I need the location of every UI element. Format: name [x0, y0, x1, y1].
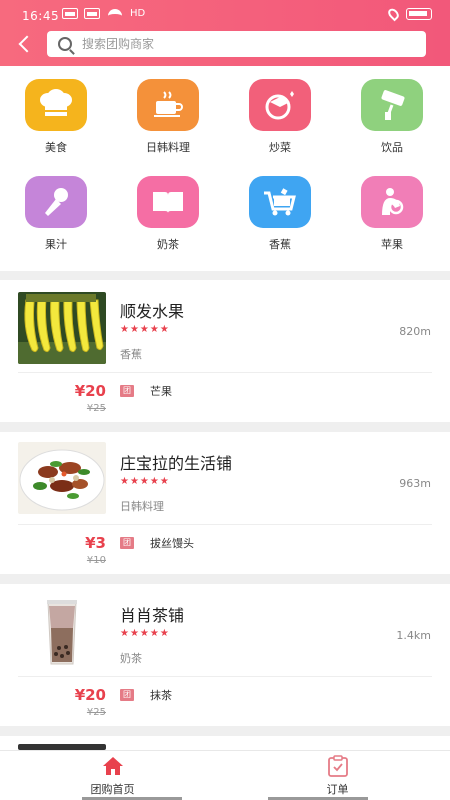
- category-grid: 美食 日韩料理 炒菜 饮品 果汁 奶茶 香蕉 苹果: [0, 66, 450, 271]
- shopping-cart-icon: [249, 176, 311, 228]
- shop-category: 香蕉: [120, 348, 142, 361]
- book-icon: [137, 176, 199, 228]
- shop-name: 庄宝拉的生活铺: [120, 454, 233, 473]
- category-label: 果汁: [45, 238, 67, 251]
- card-divider: [18, 524, 432, 525]
- shop-thumbnail: [18, 596, 106, 668]
- shop-category: 奶茶: [120, 652, 142, 665]
- shop-distance: 1.4km: [396, 629, 431, 642]
- category-xiangjiao[interactable]: 香蕉: [235, 163, 325, 251]
- deal-price: ¥20: [74, 382, 106, 400]
- category-chaocai[interactable]: 炒菜: [235, 66, 325, 154]
- sim1-signal-icon: [62, 8, 78, 19]
- category-naicha[interactable]: 奶茶: [123, 163, 213, 251]
- deal-price: ¥3: [85, 534, 106, 552]
- home-icon: [101, 755, 125, 777]
- category-label: 日韩料理: [146, 141, 190, 154]
- coffee-cup-icon: [137, 79, 199, 131]
- bottom-nav: 团购首页 订单: [0, 750, 450, 800]
- graduation-cap-icon: [249, 79, 311, 131]
- category-label: 炒菜: [269, 141, 291, 154]
- back-arrow-icon[interactable]: [16, 34, 32, 54]
- original-price: ¥10: [86, 555, 106, 566]
- shop-category: 日韩料理: [120, 500, 164, 513]
- nav-label: 团购首页: [90, 783, 135, 796]
- location-icon: [386, 6, 401, 22]
- search-icon: [58, 37, 72, 51]
- shop-distance: 820m: [399, 325, 431, 338]
- category-label: 香蕉: [269, 238, 291, 251]
- shop-name: 肖肖茶铺: [120, 606, 185, 625]
- card-divider: [18, 676, 432, 677]
- category-guozhi[interactable]: 果汁: [11, 163, 101, 251]
- category-label: 苹果: [381, 238, 403, 251]
- nav-tab-home[interactable]: 团购首页: [0, 751, 225, 800]
- shop-thumbnail: [18, 292, 106, 364]
- card-divider: [18, 372, 432, 373]
- category-yinpin[interactable]: 饮品: [347, 66, 437, 154]
- microphone-icon: [25, 176, 87, 228]
- shop-card[interactable]: 肖肖茶铺 ★★★★★ 奶茶 1.4km ¥20 ¥25 团 抹茶: [0, 584, 450, 726]
- status-time: 16:45: [22, 9, 60, 23]
- network-label: HD: [130, 8, 146, 19]
- header: 16:45 HD: [0, 0, 450, 66]
- shop-card[interactable]: [0, 736, 450, 750]
- battery-icon: [406, 8, 432, 20]
- shop-name: 顺发水果: [120, 302, 185, 321]
- rating-stars: ★★★★★: [120, 628, 170, 639]
- wifi-icon: [108, 8, 122, 19]
- shop-card[interactable]: 顺发水果 ★★★★★ 香蕉 820m ¥20 ¥25 团 芒果: [0, 280, 450, 422]
- group-deal-badge: 团: [120, 537, 134, 549]
- rating-stars: ★★★★★: [120, 324, 170, 335]
- mother-baby-icon: [361, 176, 423, 228]
- rating-stars: ★★★★★: [120, 476, 170, 487]
- category-pingguo[interactable]: 苹果: [347, 163, 437, 251]
- status-bar: 16:45 HD: [0, 0, 450, 28]
- nav-tab-orders[interactable]: 订单: [225, 751, 450, 800]
- sim2-signal-icon: [84, 8, 100, 19]
- category-label: 饮品: [381, 141, 403, 154]
- original-price: ¥25: [86, 707, 106, 718]
- search-input[interactable]: [82, 37, 402, 51]
- deal-name[interactable]: 芒果: [150, 383, 172, 399]
- deal-name[interactable]: 抹茶: [150, 687, 172, 703]
- shop-card[interactable]: 庄宝拉的生活铺 ★★★★★ 日韩料理 963m ¥3 ¥10 团 拔丝馒头: [0, 432, 450, 574]
- original-price: ¥25: [86, 403, 106, 414]
- category-rihan[interactable]: 日韩料理: [123, 66, 213, 154]
- category-meishi[interactable]: 美食: [11, 66, 101, 154]
- shop-distance: 963m: [399, 477, 431, 490]
- deal-price: ¥20: [74, 686, 106, 704]
- chef-hat-icon: [25, 79, 87, 131]
- paint-roller-icon: [361, 79, 423, 131]
- category-label: 奶茶: [157, 238, 179, 251]
- search-bar[interactable]: [47, 31, 426, 57]
- category-label: 美食: [45, 141, 67, 154]
- shop-thumbnail: [18, 442, 106, 514]
- clipboard-icon: [326, 755, 350, 777]
- group-deal-badge: 团: [120, 385, 134, 397]
- group-deal-badge: 团: [120, 689, 134, 701]
- deal-name[interactable]: 拔丝馒头: [150, 535, 194, 551]
- status-icons-right: [386, 6, 432, 22]
- status-icons-left: HD: [62, 8, 145, 19]
- nav-label: 订单: [326, 783, 349, 796]
